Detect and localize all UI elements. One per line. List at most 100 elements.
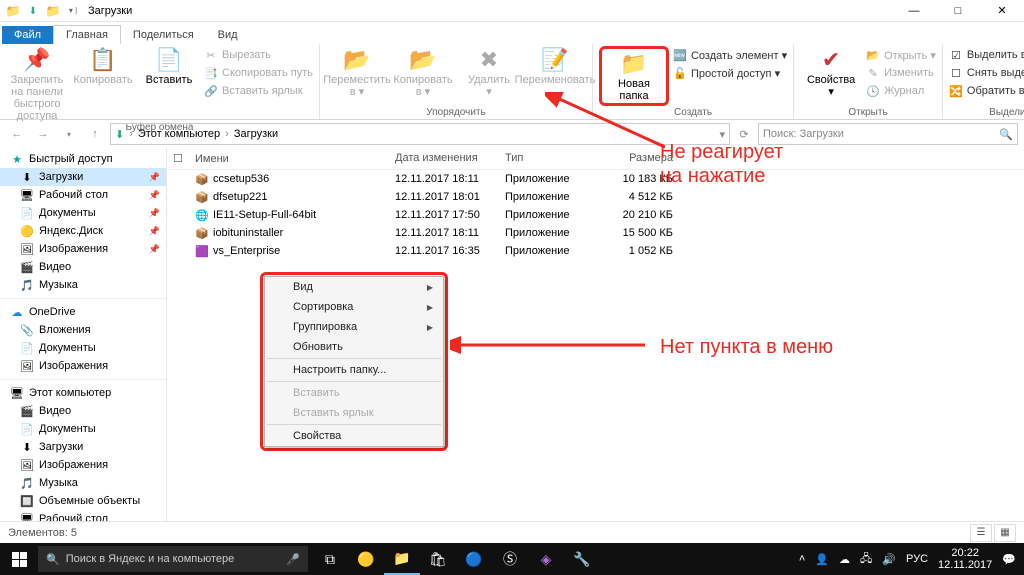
tab-home[interactable]: Главная — [53, 25, 121, 44]
search-icon: 🔍 — [46, 553, 60, 566]
rename-button[interactable]: 📝Переименовать — [524, 46, 586, 86]
sidebar-thispc-item-5[interactable]: 🔲Объемные объекты — [0, 492, 166, 510]
tab-file[interactable]: Файл — [2, 26, 53, 44]
sidebar-onedrive-item-1[interactable]: 📄Документы — [0, 339, 166, 357]
crumb-thispc[interactable]: Этот компьютер — [138, 128, 220, 140]
sidebar-quick-item-2[interactable]: 📄Документы📌 — [0, 204, 166, 222]
folder-icon — [4, 2, 22, 20]
tb-app1[interactable]: 🛍 — [420, 543, 456, 575]
copy-button[interactable]: 📋Копировать — [72, 46, 134, 86]
sidebar-quick-item-3[interactable]: 🟡Яндекс.Диск📌 — [0, 222, 166, 240]
start-button[interactable] — [0, 552, 38, 567]
sidebar-thispc-item-4[interactable]: 🎵Музыка — [0, 474, 166, 492]
tb-browser[interactable]: 🟡 — [348, 543, 384, 575]
ctx-customize[interactable]: Настроить папку... — [265, 360, 443, 380]
selectnone-button[interactable]: ☐Снять выделение — [949, 64, 1024, 82]
crumb-dropdown-icon[interactable]: ▾ — [719, 128, 725, 141]
ctx-group[interactable]: Группировка — [265, 317, 443, 337]
minimize-button[interactable]: — — [892, 0, 936, 22]
moveto-button[interactable]: 📂Переместить в ▾ — [326, 46, 388, 98]
selectall-button[interactable]: ☑Выделить все — [949, 46, 1024, 64]
open-button[interactable]: 📂Открыть ▾ — [866, 46, 936, 64]
mic-icon[interactable]: 🎤 — [286, 553, 300, 566]
newitem-button[interactable]: 🆕Создать элемент ▾ — [673, 46, 787, 64]
tray-network-icon[interactable]: 🖧 — [860, 550, 872, 569]
status-bar: Элементов: 5 ☰ ▦ — [0, 521, 1024, 543]
sidebar-quick-item-1[interactable]: 🖥Рабочий стол📌 — [0, 186, 166, 204]
sidebar-quickaccess[interactable]: ★Быстрый доступ — [0, 150, 166, 168]
back-button[interactable]: ← — [6, 123, 28, 145]
crumb-downloads[interactable]: Загрузки — [234, 128, 278, 140]
annotation-arrow-1 — [545, 92, 675, 152]
sidebar-thispc-item-2[interactable]: ⬇Загрузки — [0, 438, 166, 456]
recent-button[interactable]: ▾ — [58, 123, 80, 145]
sidebar-onedrive-item-2[interactable]: 🖼Изображения — [0, 357, 166, 375]
search-placeholder: Поиск: Загрузки — [763, 128, 844, 140]
up-button[interactable]: ↑ — [84, 123, 106, 145]
tab-share[interactable]: Поделиться — [121, 26, 206, 44]
sidebar-quick-item-5[interactable]: 🎬Видео — [0, 258, 166, 276]
sidebar-thispc-item-3[interactable]: 🖼Изображения — [0, 456, 166, 474]
copypath-button[interactable]: 📑Скопировать путь — [204, 64, 313, 82]
tray-volume-icon[interactable]: 🔊 — [882, 553, 896, 566]
taskbar: 🔍Поиск в Яндекс и на компьютере🎤 ⧉ 🟡 📁 🛍… — [0, 543, 1024, 575]
copyto-button[interactable]: 📂Копировать в ▾ — [392, 46, 454, 98]
edit-button[interactable]: ✎Изменить — [866, 64, 936, 82]
pasteshortcut-button[interactable]: 🔗Вставить ярлык — [204, 82, 313, 100]
downloads-icon: ⬇ — [115, 128, 124, 141]
qat-down-icon[interactable] — [24, 2, 42, 20]
history-button[interactable]: 🕓Журнал — [866, 82, 936, 100]
search-input[interactable]: Поиск: Загрузки 🔍 — [758, 123, 1018, 145]
selectinvert-button[interactable]: 🔀Обратить выделение — [949, 82, 1024, 100]
ribbon-tabs: Файл Главная Поделиться Вид — [0, 22, 1024, 44]
tray-lang[interactable]: РУС — [906, 553, 928, 565]
ctx-refresh[interactable]: Обновить — [265, 337, 443, 357]
cut-button[interactable]: ✂Вырезать — [204, 46, 313, 64]
delete-button[interactable]: ✖Удалить ▾ — [458, 46, 520, 98]
tray-people-icon[interactable]: 👤 — [815, 553, 829, 566]
tb-defrag[interactable]: 🔧 — [564, 543, 600, 575]
taskview-button[interactable]: ⧉ — [312, 543, 348, 575]
file-row[interactable]: 🌐IE11-Setup-Full-64bit12.11.2017 17:50Пр… — [167, 206, 1024, 224]
sidebar-onedrive-item-0[interactable]: 📎Вложения — [0, 321, 166, 339]
col-date[interactable]: Дата изменения — [389, 148, 499, 169]
tab-view[interactable]: Вид — [206, 26, 250, 44]
tray-clock[interactable]: 20:2212.11.2017 — [938, 547, 992, 571]
tb-app2[interactable]: 🔵 — [456, 543, 492, 575]
close-button[interactable]: ✕ — [980, 0, 1024, 22]
paste-button[interactable]: 📄Вставить — [138, 46, 200, 86]
tray-up-icon[interactable]: ˄ — [799, 553, 805, 565]
refresh-button[interactable]: ⟳ — [734, 128, 754, 141]
sidebar-thispc-item-0[interactable]: 🎬Видео — [0, 402, 166, 420]
easyaccess-button[interactable]: 🔓Простой доступ ▾ — [673, 64, 787, 82]
pin-quickaccess-button[interactable]: 📌Закрепить на панели быстрого доступа — [6, 46, 68, 122]
qat-dropdown[interactable]: ▾ | — [64, 2, 82, 20]
ctx-view[interactable]: Вид — [265, 277, 443, 297]
col-name[interactable]: Имени — [189, 148, 389, 169]
sidebar-quick-item-0[interactable]: ⬇Загрузки📌 — [0, 168, 166, 186]
file-row[interactable]: 📦ccsetup53612.11.2017 18:11Приложение10 … — [167, 170, 1024, 188]
view-details-button[interactable]: ☰ — [970, 524, 992, 542]
tb-vs[interactable]: ◈ — [528, 543, 564, 575]
maximize-button[interactable]: □ — [936, 0, 980, 22]
sidebar-thispc[interactable]: 🖥Этот компьютер — [0, 384, 166, 402]
sidebar-thispc-item-1[interactable]: 📄Документы — [0, 420, 166, 438]
tb-skype[interactable]: Ⓢ — [492, 543, 528, 575]
sidebar-quick-item-4[interactable]: 🖼Изображения📌 — [0, 240, 166, 258]
file-row[interactable]: 🟪vs_Enterprise12.11.2017 16:35Приложение… — [167, 242, 1024, 260]
view-icons-button[interactable]: ▦ — [994, 524, 1016, 542]
sidebar: ★Быстрый доступ ⬇Загрузки📌🖥Рабочий стол📌… — [0, 148, 167, 522]
file-row[interactable]: 📦iobituninstaller12.11.2017 18:11Приложе… — [167, 224, 1024, 242]
file-row[interactable]: 📦dfsetup22112.11.2017 18:01Приложение4 5… — [167, 188, 1024, 206]
checkbox-header[interactable]: ☐ — [167, 148, 189, 169]
taskbar-search[interactable]: 🔍Поиск в Яндекс и на компьютере🎤 — [38, 546, 308, 572]
tray-cloud-icon[interactable]: ☁ — [839, 553, 850, 566]
ctx-sort[interactable]: Сортировка — [265, 297, 443, 317]
tray-notifications-icon[interactable]: 💬 — [1002, 553, 1016, 566]
properties-button[interactable]: ✔Свойства ▾ — [800, 46, 862, 98]
forward-button[interactable]: → — [32, 123, 54, 145]
sidebar-quick-item-6[interactable]: 🎵Музыка — [0, 276, 166, 294]
tb-explorer[interactable]: 📁 — [384, 543, 420, 575]
ctx-properties[interactable]: Свойства — [265, 426, 443, 446]
sidebar-onedrive[interactable]: ☁OneDrive — [0, 303, 166, 321]
